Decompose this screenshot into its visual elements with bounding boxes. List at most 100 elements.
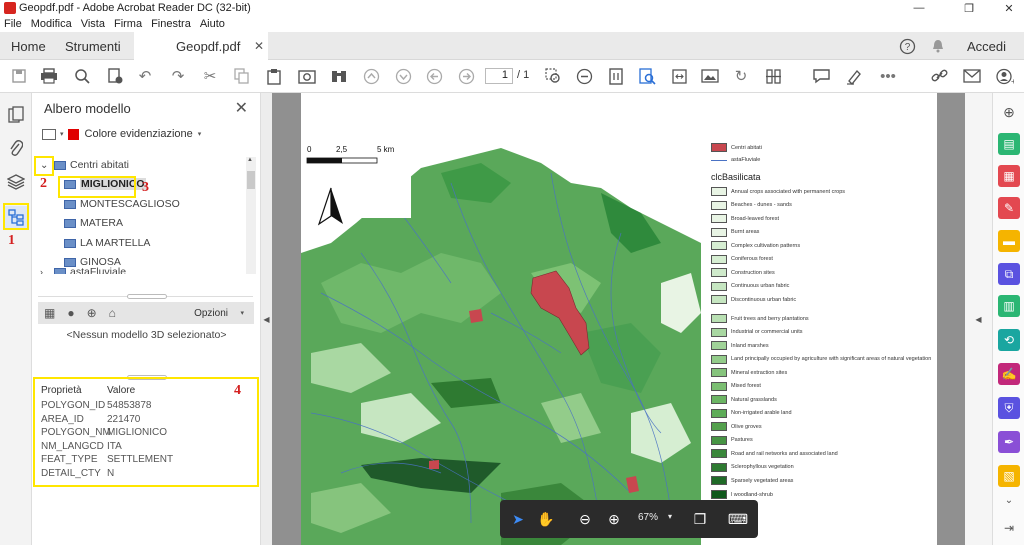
options-label[interactable]: Opzioni	[194, 308, 228, 319]
zoom-out-circle-icon[interactable]: ⊖	[575, 509, 595, 529]
tree-row-asta-fluviale[interactable]: › astaFluviale	[40, 267, 126, 274]
compare-icon[interactable]	[763, 66, 783, 86]
tree-item-matera[interactable]: MATERA	[64, 214, 123, 232]
bell-icon[interactable]	[930, 32, 946, 60]
page-thumbnails-icon[interactable]	[5, 103, 27, 125]
menu-finestra[interactable]: Finestra	[151, 18, 191, 30]
menu-modifica[interactable]: Modifica	[31, 18, 72, 30]
menu-firma[interactable]: Firma	[114, 18, 142, 30]
edit-pdf-icon[interactable]: ✎	[998, 197, 1020, 219]
3d-view-icon[interactable]: ▦	[44, 306, 55, 320]
highlight-color-control[interactable]: ▾ Colore evidenziazione ▾	[42, 128, 201, 140]
3d-tool-icon[interactable]: ●	[67, 306, 74, 320]
menu-vista[interactable]: Vista	[81, 18, 105, 30]
expand-panel-icon[interactable]: ⇥	[998, 517, 1020, 539]
home-icon[interactable]: ⌂	[109, 306, 116, 320]
previous-view-icon[interactable]	[424, 66, 444, 86]
options-list-icon[interactable]	[42, 128, 56, 140]
layer-icon	[64, 238, 76, 248]
organize-pages-icon[interactable]: ▥	[998, 295, 1020, 317]
comment-tool-icon[interactable]: ▬	[998, 230, 1020, 252]
chevron-down-icon[interactable]: ⌄	[998, 489, 1020, 511]
page-up-icon[interactable]	[361, 66, 381, 86]
close-tab-icon[interactable]: ✕	[254, 39, 264, 53]
export-pdf-icon[interactable]: ▤	[998, 133, 1020, 155]
share-link-icon[interactable]	[930, 66, 950, 86]
page-down-icon[interactable]	[393, 66, 413, 86]
zoom-level[interactable]: 67%	[638, 512, 658, 523]
rotate-icon[interactable]: ↻	[731, 66, 751, 86]
menu-file[interactable]: File	[4, 18, 22, 30]
tree-scrollbar-thumb[interactable]	[247, 171, 255, 189]
highlight-color-swatch[interactable]	[67, 128, 79, 140]
scroll-up-icon[interactable]: ▲	[247, 157, 253, 163]
document-check-icon[interactable]	[105, 66, 125, 86]
keyboard-scroll-icon[interactable]: ⌨	[728, 509, 748, 529]
zoom-dropdown-icon[interactable]: ▾	[668, 512, 672, 521]
redo-icon[interactable]: ↷	[168, 66, 188, 86]
comment-icon[interactable]	[811, 66, 831, 86]
marquee-zoom-icon[interactable]	[543, 66, 563, 86]
send-file-icon[interactable]: ▧	[998, 465, 1020, 487]
send-for-signature-icon[interactable]: ✒	[998, 431, 1020, 453]
binoculars-icon[interactable]	[329, 66, 349, 86]
zoom-in-icon[interactable]: ⊕	[998, 101, 1020, 123]
copy-icon[interactable]	[232, 66, 252, 86]
cut-icon[interactable]: ✂	[200, 66, 220, 86]
next-view-icon[interactable]	[456, 66, 476, 86]
more-tools-icon[interactable]: •••	[878, 66, 898, 86]
clipboard-icon[interactable]	[264, 66, 284, 86]
document-viewer[interactable]: 0 2,5 5 km Centri abitati astaFluviale c…	[272, 93, 965, 545]
restore-icon[interactable]: ❐	[954, 0, 984, 16]
sign-in-link[interactable]: Accedi	[967, 32, 1006, 60]
save-icon[interactable]	[9, 66, 29, 86]
create-pdf-icon[interactable]: ▦	[998, 165, 1020, 187]
zoom-in-circle-icon[interactable]: ⊕	[604, 509, 624, 529]
close-panel-icon[interactable]: ✕	[235, 98, 248, 118]
tab-home[interactable]: Home	[11, 32, 46, 60]
settlement-polygon[interactable]	[429, 460, 439, 469]
image-icon[interactable]	[700, 66, 720, 86]
collapse-left-panel-icon[interactable]: ◀	[261, 93, 272, 545]
fit-width-icon[interactable]	[669, 66, 689, 86]
help-icon[interactable]: ?	[899, 32, 916, 60]
undo-icon[interactable]: ↶	[135, 66, 155, 86]
3d-add-icon[interactable]: ⊕	[87, 306, 97, 320]
attachment-icon[interactable]	[5, 137, 27, 159]
protect-icon[interactable]: ⛨	[998, 397, 1020, 419]
zoom-out-icon[interactable]	[574, 66, 594, 86]
add-user-icon[interactable]: +	[995, 66, 1015, 86]
select-cursor-icon[interactable]: ➤	[508, 509, 528, 529]
combine-files-icon[interactable]: ⧉	[998, 263, 1020, 285]
tree-item-la-martella[interactable]: LA MARTELLA	[64, 234, 150, 252]
options-dropdown-icon[interactable]: ▾	[60, 130, 64, 138]
options-dropdown-icon[interactable]: ▾	[240, 309, 244, 317]
menu-aiuto[interactable]: Aiuto	[200, 18, 225, 30]
page-display-icon[interactable]: ❐	[690, 509, 710, 529]
layers-icon[interactable]	[5, 171, 27, 193]
find-icon[interactable]	[637, 66, 657, 86]
tab-document[interactable]: Geopdf.pdf ✕	[134, 32, 268, 60]
close-icon[interactable]: ✕	[994, 0, 1024, 16]
fit-page-icon[interactable]	[606, 66, 626, 86]
minimize-icon[interactable]: —	[904, 0, 934, 16]
settlement-polygon[interactable]	[469, 309, 483, 323]
resize-handle[interactable]	[127, 294, 167, 299]
collapse-right-panel-icon[interactable]: ◀	[965, 93, 992, 545]
snapshot-icon[interactable]	[297, 66, 317, 86]
legend-item: Pastures	[711, 435, 753, 445]
highlight-dropdown-icon[interactable]: ▾	[198, 130, 202, 138]
email-icon[interactable]	[962, 66, 982, 86]
tab-tools[interactable]: Strumenti	[65, 32, 121, 60]
highlight-pen-icon[interactable]	[844, 66, 864, 86]
hand-tool-icon[interactable]: ✋	[536, 509, 556, 529]
tree-scrollbar[interactable]: ▲	[246, 157, 256, 274]
zoom-search-icon[interactable]	[72, 66, 92, 86]
chevron-right-icon[interactable]: ›	[40, 267, 54, 274]
fill-sign-icon[interactable]: ✍	[998, 363, 1020, 385]
scan-ocr-icon[interactable]: ⟲	[998, 329, 1020, 351]
legend-item: Coniferous forest	[711, 254, 773, 264]
page-number-input[interactable]: 1	[485, 68, 513, 84]
legend-label: Natural grasslands	[731, 396, 777, 403]
print-icon[interactable]	[39, 66, 59, 86]
